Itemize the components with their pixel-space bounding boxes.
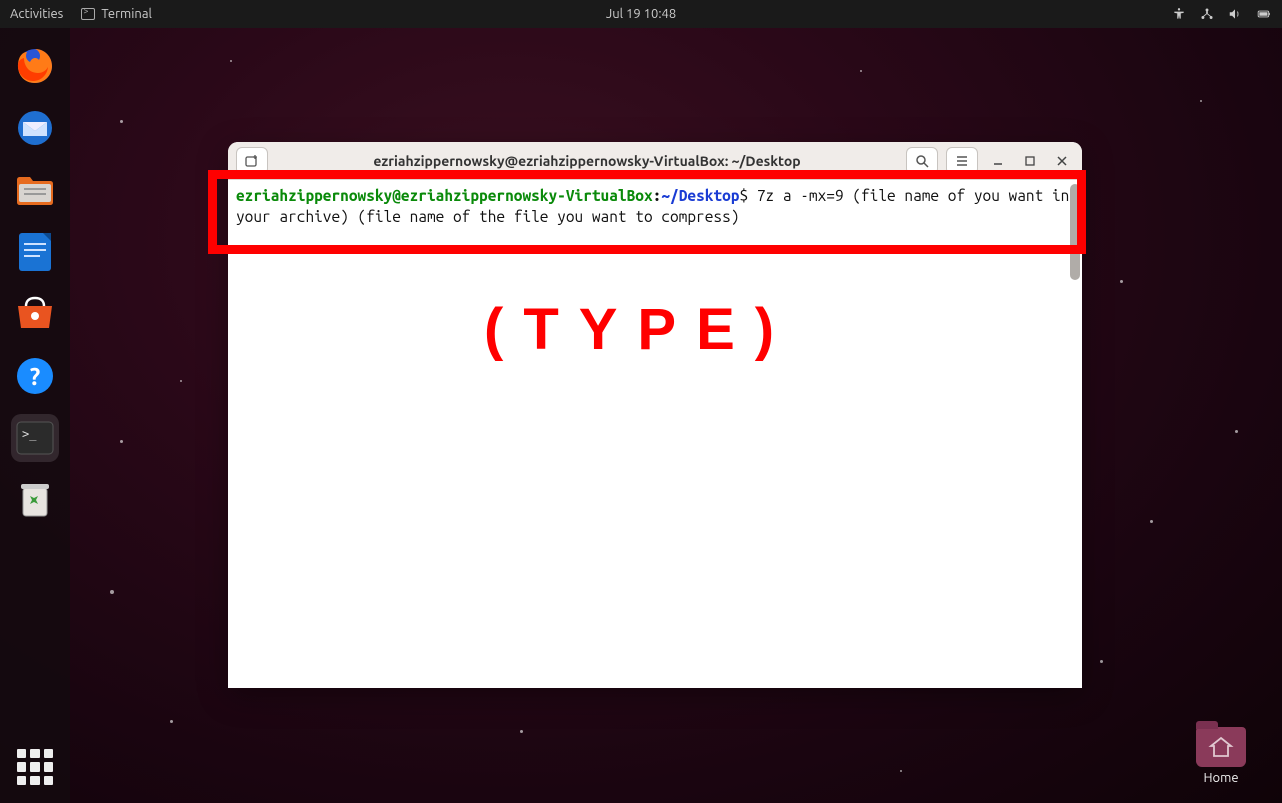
terminal-icon [81,8,95,20]
accessibility-icon[interactable] [1172,7,1186,21]
desktop-home-folder[interactable]: Home [1196,727,1246,785]
network-icon[interactable] [1200,7,1214,21]
hamburger-icon [955,154,969,168]
close-button[interactable] [1050,149,1074,173]
minimize-button[interactable] [986,149,1010,173]
dock-libreoffice-writer[interactable] [11,228,59,276]
active-app-label: Terminal [101,7,152,21]
annotation-highlight-box [208,170,1086,254]
dock-trash[interactable] [11,476,59,524]
dock: ? >_ [0,28,70,803]
dock-help[interactable]: ? [11,352,59,400]
battery-icon[interactable] [1256,7,1272,21]
dock-firefox[interactable] [11,42,59,90]
window-title: ezriahzippernowsky@ezriahzippernowsky-Vi… [276,153,898,169]
dock-terminal[interactable]: >_ [11,414,59,462]
search-icon [915,154,929,168]
desktop-home-label: Home [1196,771,1246,785]
clock[interactable]: Jul 19 10:48 [606,7,676,21]
dock-ubuntu-software[interactable] [11,290,59,338]
close-icon [1056,155,1068,167]
dock-files[interactable] [11,166,59,214]
svg-text:?: ? [30,363,41,390]
terminal-body[interactable]: ezriahzippernowsky@ezriahzippernowsky-Vi… [228,180,1082,688]
maximize-button[interactable] [1018,149,1042,173]
dock-thunderbird[interactable] [11,104,59,152]
active-app-indicator[interactable]: Terminal [81,7,152,21]
svg-text:>_: >_ [22,427,37,441]
activities-button[interactable]: Activities [10,7,63,21]
annotation-type-label: (TYPE) [484,296,794,363]
top-bar: Activities Terminal Jul 19 10:48 [0,0,1282,28]
show-applications-button[interactable] [17,749,53,785]
volume-icon[interactable] [1228,7,1242,21]
